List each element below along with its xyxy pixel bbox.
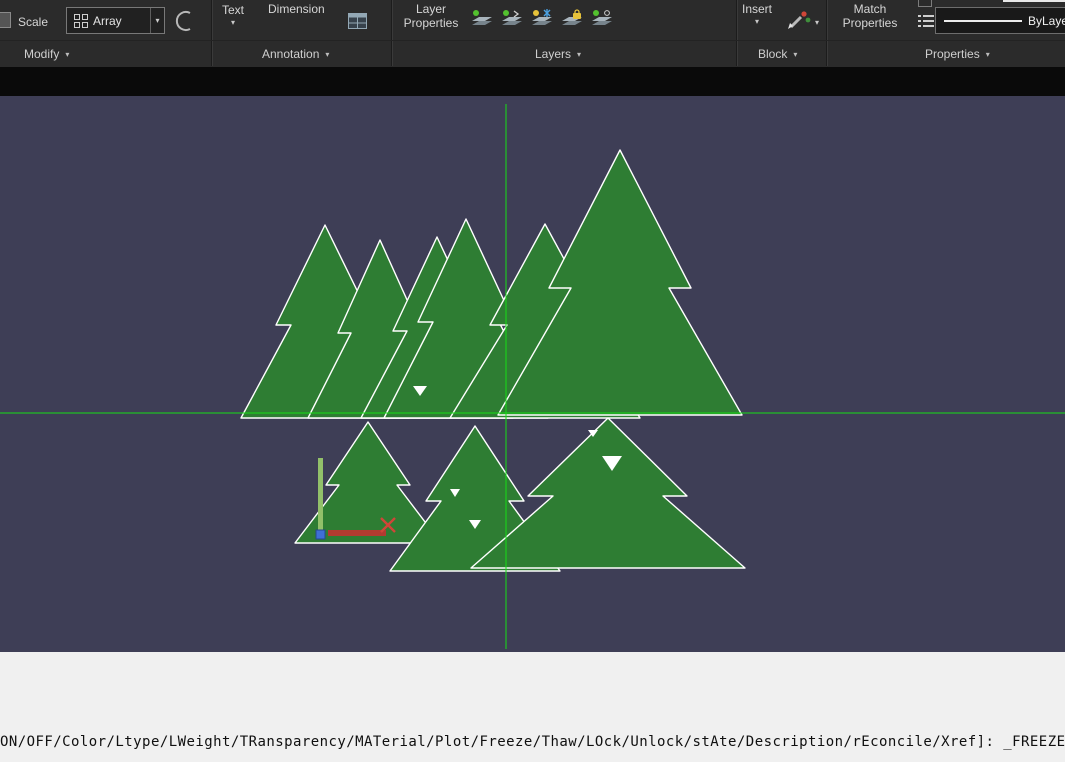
match-properties-button[interactable]: Match Properties — [836, 2, 904, 30]
autocad-window: Scale Array ▾ Text ▾ Dimension Laye — [0, 0, 1065, 762]
layer-properties-label-2: Properties — [396, 16, 466, 30]
text-dropdown-arrow[interactable]: ▾ — [231, 18, 235, 27]
drawing-canvas[interactable] — [0, 96, 1065, 652]
layer-tools-group — [470, 9, 613, 28]
insert-button[interactable]: Insert — [742, 2, 772, 16]
match-properties-label-2: Properties — [836, 16, 904, 30]
layer-freeze-icon[interactable] — [530, 9, 553, 28]
text-tool-button[interactable]: Text — [222, 3, 244, 17]
panel-label-layers[interactable]: Layers — [535, 47, 581, 61]
array-dropdown-arrow[interactable]: ▾ — [150, 8, 164, 33]
panel-label-properties[interactable]: Properties — [925, 47, 990, 61]
panel-label-annotation[interactable]: Annotation — [262, 47, 329, 61]
file-tab-strip — [0, 67, 1065, 96]
layer-properties-button[interactable]: Layer Properties — [396, 2, 466, 30]
fillet-icon[interactable] — [172, 9, 196, 33]
scale-icon — [0, 12, 11, 28]
layer-match-icon[interactable] — [590, 9, 613, 28]
ucs-x-axis — [328, 530, 386, 536]
linetype-sample-icon — [944, 20, 1022, 22]
match-properties-label-1: Match — [836, 2, 904, 16]
layer-off-icon[interactable] — [470, 9, 493, 28]
array-grid-icon — [74, 14, 88, 28]
command-line[interactable]: ON/OFF/Color/Ltype/LWeight/TRansparency/… — [0, 652, 1065, 762]
drawing-area[interactable] — [0, 96, 1065, 652]
panel-label-block[interactable]: Block — [758, 47, 797, 61]
ucs-y-axis — [318, 458, 323, 532]
array-button-label: Array — [93, 14, 150, 28]
list-icon[interactable] — [918, 14, 934, 28]
ribbon: Scale Array ▾ Text ▾ Dimension Laye — [0, 0, 1065, 67]
layer-isolate-icon[interactable] — [500, 9, 523, 28]
insert-dropdown-arrow[interactable]: ▾ — [755, 17, 759, 26]
layer-lock-icon[interactable] — [560, 9, 583, 28]
clipped-control — [918, 0, 932, 7]
brush-dropdown-arrow[interactable]: ▾ — [815, 18, 819, 27]
table-icon[interactable] — [348, 13, 367, 29]
linetype-dropdown-value: ByLayer — [1028, 14, 1065, 28]
origin-grip — [316, 530, 325, 539]
attribute-brush-icon[interactable] — [786, 9, 812, 31]
ribbon-panel-labels: Modify Annotation Layers Block Propertie… — [0, 40, 1065, 66]
array-button[interactable]: Array ▾ — [66, 7, 165, 34]
lineweight-sample — [1003, 0, 1065, 2]
tree-polygon — [295, 422, 441, 543]
panel-label-modify[interactable]: Modify — [24, 47, 69, 61]
linetype-dropdown[interactable]: ByLayer — [935, 7, 1065, 34]
scale-button[interactable]: Scale — [18, 15, 48, 29]
command-line-text: ON/OFF/Color/Ltype/LWeight/TRansparency/… — [0, 733, 1065, 753]
layer-properties-label-1: Layer — [396, 2, 466, 16]
dimension-tool-button[interactable]: Dimension — [268, 2, 325, 16]
